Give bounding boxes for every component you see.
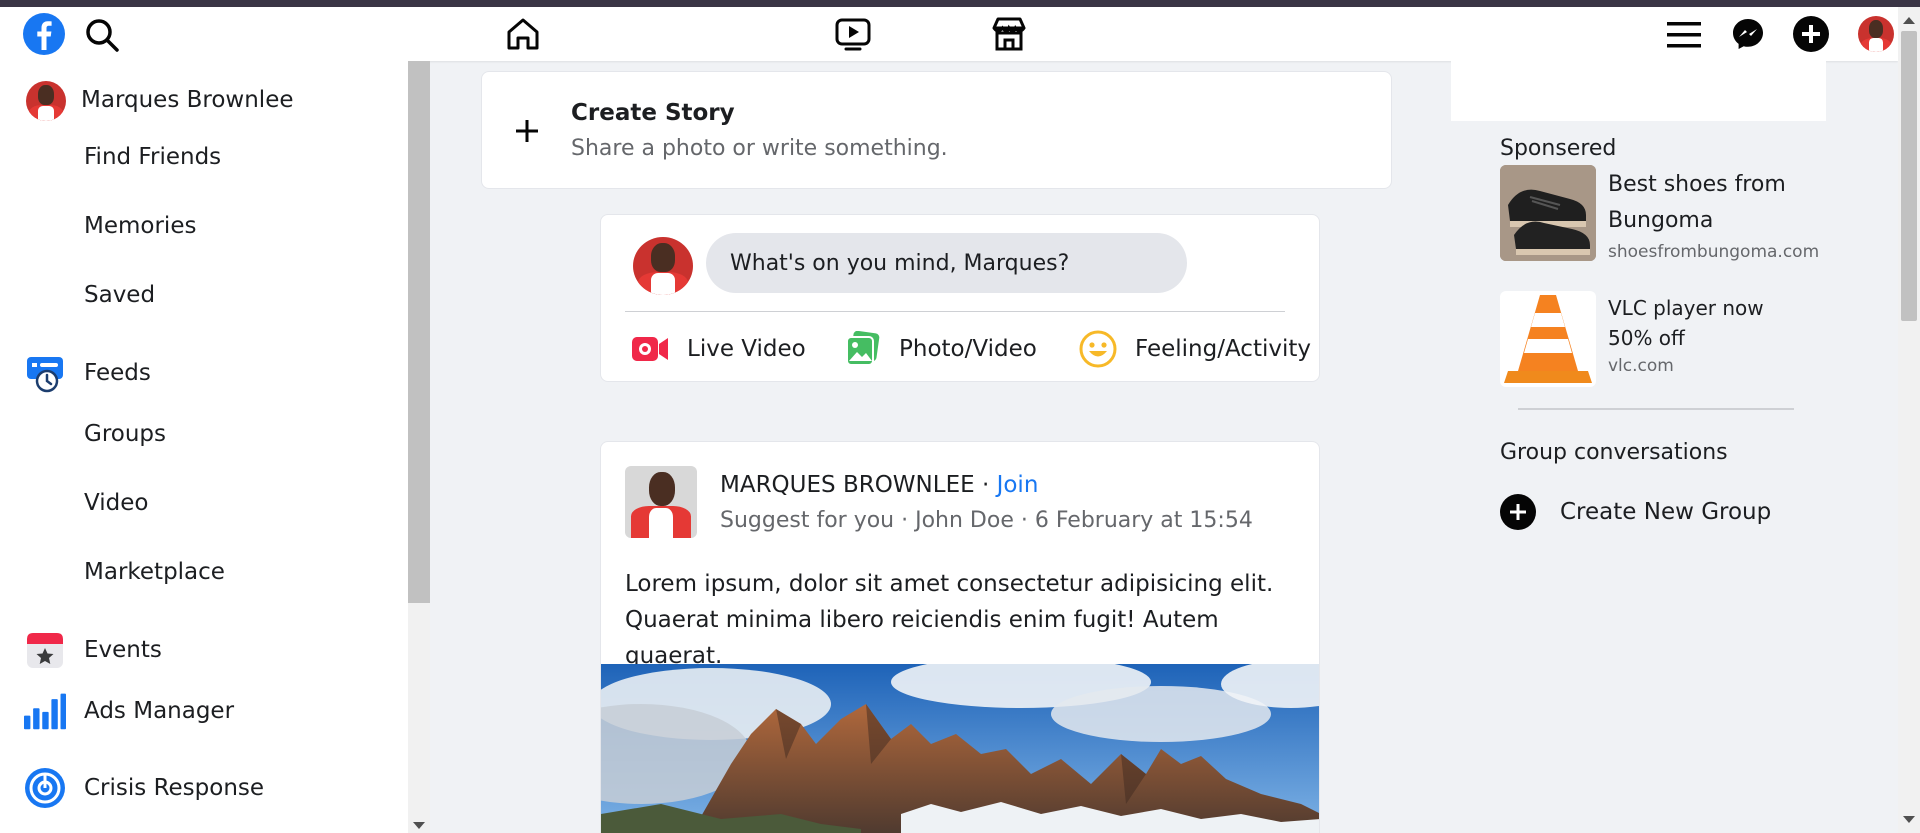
feeling-emoji-icon xyxy=(1079,330,1117,368)
top-navbar xyxy=(0,7,1898,61)
sidebar-item-label: Feeds xyxy=(84,360,151,386)
post-join-link[interactable]: Join xyxy=(997,472,1039,498)
create-story-title: Create Story xyxy=(571,100,735,126)
create-story-subtitle: Share a photo or write something. xyxy=(571,136,948,161)
post-image[interactable] xyxy=(601,664,1319,833)
sidebar-profile-name: Marques Brownlee xyxy=(81,87,294,113)
window-scrollbar[interactable] xyxy=(1898,7,1920,833)
feeling-activity-button[interactable]: Feeling/Activity xyxy=(1079,327,1311,371)
composer-input[interactable]: What's on you mind, Marques? xyxy=(706,233,1187,293)
live-video-button[interactable]: Live Video xyxy=(631,327,806,371)
feeling-activity-label: Feeling/Activity xyxy=(1135,336,1311,362)
scroll-down-arrow-icon[interactable] xyxy=(1903,816,1915,823)
ad-item[interactable]: Best shoes from Bungoma shoesfrombungoma… xyxy=(1500,165,1820,262)
sidebar-item-label: Marketplace xyxy=(84,559,225,585)
home-icon[interactable] xyxy=(502,13,544,55)
video-icon[interactable] xyxy=(832,13,874,55)
profile-avatar[interactable] xyxy=(1858,16,1894,52)
right-sidebar: Sponsered Best shoes from Bungoma shoesf… xyxy=(1451,61,1826,833)
sidebar-item-label: Video xyxy=(84,490,149,516)
sidebar-item-label: Events xyxy=(84,637,162,663)
post-composer: What's on you mind, Marques? Live Video … xyxy=(600,214,1320,382)
plus-icon xyxy=(514,118,540,144)
post-separator: · xyxy=(974,472,997,498)
post-header-line: MARQUES BROWNLEE · Join xyxy=(720,472,1038,498)
ad-item[interactable]: VLC player now 50% off vlc.com xyxy=(1500,291,1820,387)
photo-video-button[interactable]: Photo/Video xyxy=(845,327,1037,371)
composer-avatar xyxy=(633,237,693,295)
crisis-response-icon xyxy=(24,767,66,809)
create-new-group-label: Create New Group xyxy=(1560,499,1772,525)
sidebar-item-label: Groups xyxy=(84,421,167,447)
sidebar-item-label: Ads Manager xyxy=(84,698,235,724)
ad-title: VLC player now 50% off xyxy=(1608,296,1764,350)
plus-icon[interactable] xyxy=(1793,16,1829,52)
photo-video-label: Photo/Video xyxy=(899,336,1037,362)
sidebar-scrollbar-thumb[interactable] xyxy=(408,61,430,603)
feeds-icon xyxy=(24,352,66,394)
scroll-down-arrow-icon[interactable] xyxy=(413,822,425,829)
group-conversations-title: Group conversations xyxy=(1500,440,1728,465)
sponsored-title: Sponsered xyxy=(1500,136,1617,161)
scroll-up-arrow-icon[interactable] xyxy=(1903,17,1915,24)
sidebar-item-label: Saved xyxy=(84,282,156,308)
sidebar-scrollbar[interactable] xyxy=(408,61,430,833)
post-author-avatar[interactable] xyxy=(625,466,697,538)
sidebar-item-label: Crisis Response xyxy=(84,775,265,801)
sidebar-avatar xyxy=(26,81,66,121)
create-story-card[interactable]: Create Story Share a photo or write some… xyxy=(481,71,1392,189)
photo-video-icon xyxy=(845,331,881,367)
post-body: Lorem ipsum, dolor sit amet consectetur … xyxy=(625,571,1274,669)
ad-vlc-image xyxy=(1500,291,1596,387)
menu-icon[interactable] xyxy=(1664,15,1704,55)
post-meta: Suggest for you · John Doe · 6 February … xyxy=(720,508,1253,533)
browser-top-strip xyxy=(0,0,1920,7)
composer-placeholder: What's on you mind, Marques? xyxy=(730,250,1070,276)
plus-circle-icon xyxy=(1500,494,1536,530)
feed-post: MARQUES BROWNLEE · Join Suggest for you … xyxy=(600,441,1320,833)
live-video-icon xyxy=(631,334,669,364)
ad-title: Best shoes from Bungoma xyxy=(1608,172,1786,233)
search-icon[interactable] xyxy=(80,15,124,55)
left-sidebar: Marques Brownlee Find Friends Memories S… xyxy=(0,61,408,833)
events-icon xyxy=(24,629,66,671)
ad-domain: shoesfrombungoma.com xyxy=(1608,242,1820,262)
facebook-logo-icon[interactable] xyxy=(22,12,66,56)
ads-manager-icon xyxy=(24,690,66,732)
sidebar-item-label: Find Friends xyxy=(84,144,222,170)
ad-shoes-image xyxy=(1500,165,1596,261)
marketplace-icon[interactable] xyxy=(988,13,1030,55)
create-new-group-button[interactable]: Create New Group xyxy=(1500,492,1771,532)
composer-divider xyxy=(625,311,1285,312)
messenger-icon[interactable] xyxy=(1728,14,1768,54)
right-divider xyxy=(1518,408,1794,410)
post-author-name[interactable]: MARQUES BROWNLEE xyxy=(720,472,975,498)
live-video-label: Live Video xyxy=(687,336,806,362)
ad-domain: vlc.com xyxy=(1608,356,1674,376)
window-scrollbar-thumb[interactable] xyxy=(1901,31,1917,321)
sidebar-item-label: Memories xyxy=(84,213,197,239)
